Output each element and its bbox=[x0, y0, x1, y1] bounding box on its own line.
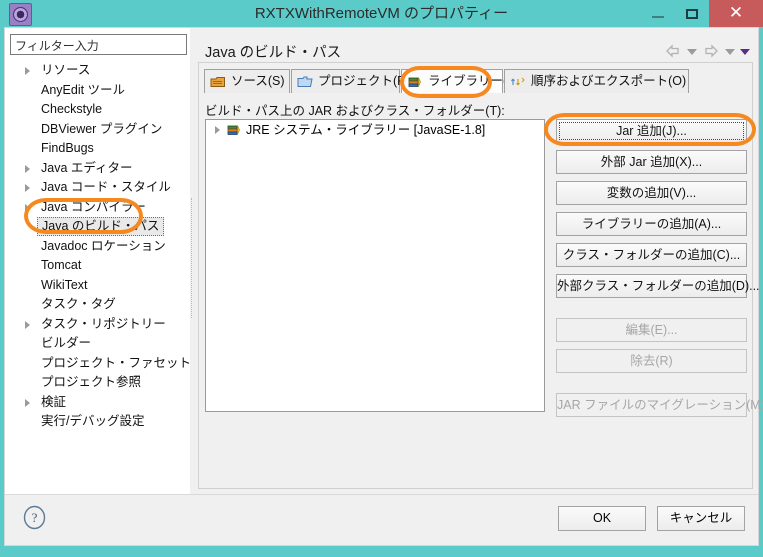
sidebar-item-java-editor[interactable]: Java エディター bbox=[5, 159, 190, 179]
tab-projects[interactable]: プロジェクト(P) bbox=[291, 69, 410, 93]
sidebar-item-label: Java コード・スタイル bbox=[41, 180, 171, 194]
chevron-right-icon[interactable] bbox=[25, 398, 30, 407]
tab-order-and-export[interactable]: 順序およびエクスポート(O) bbox=[504, 69, 689, 93]
migrate-jar-file-button[interactable]: JAR ファイルのマイグレーション(M)... bbox=[556, 393, 763, 417]
filter-input[interactable]: フィルター入力 bbox=[10, 34, 187, 55]
help-question-icon[interactable]: ? bbox=[22, 505, 47, 530]
list-item[interactable]: JRE システム・ライブラリー [JavaSE-1.8] bbox=[206, 120, 544, 140]
chevron-right-icon[interactable] bbox=[215, 126, 220, 134]
filter-input-text: フィルター入力 bbox=[15, 39, 99, 53]
add-external-class-folder-button[interactable]: 外部クラス・フォルダーの追加(D)... bbox=[556, 274, 760, 298]
sidebar-item-project-references[interactable]: プロジェクト参照 bbox=[5, 373, 190, 393]
dialog-content: フィルター入力 リソース AnyEdit ツール Checkstyle DBVi… bbox=[4, 27, 763, 546]
back-history-chevron-down-icon[interactable] bbox=[687, 49, 697, 55]
pane-nav-controls bbox=[659, 42, 750, 62]
sidebar-item-wikitext[interactable]: WikiText bbox=[5, 276, 190, 296]
add-external-jar-button[interactable]: 外部 Jar 追加(X)... bbox=[556, 150, 747, 174]
properties-dialog-window: RXTXWithRemoteVM のプロパティー ✕ フィルター入力 リソース … bbox=[0, 0, 763, 557]
add-variable-button[interactable]: 変数の追加(V)... bbox=[556, 181, 747, 205]
sidebar-item-label: DBViewer プラグイン bbox=[41, 121, 163, 136]
tab-label: ソース(S) bbox=[231, 74, 285, 88]
sidebar-item-label: AnyEdit ツール bbox=[41, 82, 126, 97]
sidebar-item-anyedit[interactable]: AnyEdit ツール bbox=[5, 81, 190, 101]
blue-folder-icon bbox=[297, 74, 313, 90]
sidebar: フィルター入力 リソース AnyEdit ツール Checkstyle DBVi… bbox=[5, 28, 192, 494]
build-path-list[interactable]: JRE システム・ライブラリー [JavaSE-1.8] bbox=[205, 119, 545, 412]
sidebar-item-label: タスク・リポジトリー bbox=[41, 316, 166, 331]
sidebar-item-label: タスク・タグ bbox=[41, 297, 116, 311]
sidebar-item-label: Java のビルド・パス bbox=[37, 217, 165, 236]
remove-button[interactable]: 除去(R) bbox=[556, 349, 747, 373]
tab-label: 順序およびエクスポート(O) bbox=[531, 74, 687, 88]
chevron-right-icon[interactable] bbox=[25, 164, 30, 173]
add-class-folder-button[interactable]: クラス・フォルダーの追加(C)... bbox=[556, 243, 747, 267]
sidebar-item-task-tags[interactable]: タスク・タグ bbox=[5, 295, 190, 315]
chevron-right-icon[interactable] bbox=[25, 184, 30, 192]
svg-text:?: ? bbox=[32, 510, 38, 525]
sidebar-item-java-build-path[interactable]: Java のビルド・パス bbox=[5, 217, 190, 237]
edit-button[interactable]: 編集(E)... bbox=[556, 318, 747, 342]
books-icon bbox=[226, 122, 242, 138]
chevron-right-icon[interactable] bbox=[25, 203, 30, 212]
sidebar-item-java-code-style[interactable]: Java コード・スタイル bbox=[5, 178, 190, 198]
sidebar-item-tomcat[interactable]: Tomcat bbox=[5, 256, 190, 276]
sidebar-item-task-repository[interactable]: タスク・リポジトリー bbox=[5, 315, 190, 335]
sidebar-item-project-facets[interactable]: プロジェクト・ファセット bbox=[5, 354, 192, 374]
sidebar-item-dbviewer[interactable]: DBViewer プラグイン bbox=[5, 120, 190, 140]
sidebar-item-label: 検証 bbox=[41, 394, 67, 409]
forward-history-chevron-down-icon[interactable] bbox=[725, 49, 735, 55]
tab-source[interactable]: ソース(S) bbox=[204, 69, 290, 93]
sidebar-item-label: ビルダー bbox=[41, 336, 92, 350]
sidebar-item-label: 実行/デバッグ設定 bbox=[41, 414, 145, 428]
sidebar-item-javadoc-location[interactable]: Javadoc ロケーション bbox=[5, 237, 190, 257]
tab-label: プロジェクト(P) bbox=[318, 74, 410, 88]
cancel-button[interactable]: キャンセル bbox=[657, 506, 745, 531]
page-title: Java のビルド・パス bbox=[205, 45, 342, 61]
title-bar: RXTXWithRemoteVM のプロパティー ✕ bbox=[0, 0, 763, 27]
sidebar-item-java-compiler[interactable]: Java コンパイラー bbox=[5, 198, 190, 218]
sidebar-item-label: FindBugs bbox=[41, 141, 94, 155]
maximize-button[interactable] bbox=[675, 0, 709, 27]
sidebar-item-label: プロジェクト・ファセット bbox=[41, 355, 192, 370]
list-item-label: JRE システム・ライブラリー [JavaSE-1.8] bbox=[246, 123, 486, 137]
books-icon bbox=[407, 74, 423, 90]
chevron-right-icon[interactable] bbox=[25, 320, 30, 329]
sidebar-item-builders[interactable]: ビルダー bbox=[5, 334, 190, 354]
settings-tree: リソース AnyEdit ツール Checkstyle DBViewer プラグ… bbox=[5, 61, 192, 491]
sidebar-item-resource[interactable]: リソース bbox=[5, 61, 190, 81]
sidebar-item-label: Checkstyle bbox=[41, 102, 103, 116]
ok-button[interactable]: OK bbox=[558, 506, 646, 531]
chevron-right-icon[interactable] bbox=[25, 67, 30, 75]
pane-menu-chevron-down-icon[interactable] bbox=[740, 49, 750, 55]
list-label: ビルド・パス上の JAR およびクラス・フォルダー(T): bbox=[205, 104, 505, 118]
package-folder-icon bbox=[210, 74, 226, 90]
sidebar-item-label: Tomcat bbox=[41, 258, 82, 272]
sidebar-item-checkstyle[interactable]: Checkstyle bbox=[5, 100, 190, 120]
sidebar-item-findbugs[interactable]: FindBugs bbox=[5, 139, 190, 159]
sidebar-item-label: Java エディター bbox=[41, 160, 133, 175]
dialog-footer: ? OK キャンセル bbox=[5, 494, 758, 545]
minimize-button[interactable] bbox=[641, 0, 675, 27]
sidebar-item-label: Java コンパイラー bbox=[41, 199, 146, 214]
main-pane: Java のビルド・パス ソース(S) プロジェクト(P) ライブラリー(L) … bbox=[194, 28, 763, 494]
sidebar-item-run-debug-settings[interactable]: 実行/デバッグ設定 bbox=[5, 412, 190, 432]
sidebar-item-label: プロジェクト参照 bbox=[41, 375, 142, 389]
close-button[interactable]: ✕ bbox=[709, 0, 763, 27]
sidebar-item-label: WikiText bbox=[41, 277, 88, 292]
sidebar-item-validation[interactable]: 検証 bbox=[5, 393, 190, 413]
tab-libraries[interactable]: ライブラリー(L) bbox=[401, 69, 518, 93]
forward-arrow-icon[interactable] bbox=[702, 42, 720, 63]
close-icon: ✕ bbox=[728, 3, 744, 22]
sidebar-item-label: Javadoc ロケーション bbox=[41, 238, 166, 253]
build-path-tabs: ソース(S) プロジェクト(P) ライブラリー(L) 順序およびエクスポート(O… bbox=[204, 69, 747, 93]
order-export-icon bbox=[510, 74, 526, 90]
add-library-button[interactable]: ライブラリーの追加(A)... bbox=[556, 212, 747, 236]
build-path-actions: Jar 追加(J)... 外部 Jar 追加(X)... 変数の追加(V)...… bbox=[556, 119, 763, 424]
back-arrow-icon[interactable] bbox=[664, 42, 682, 63]
add-jar-button[interactable]: Jar 追加(J)... bbox=[556, 119, 747, 143]
sidebar-item-label: リソース bbox=[41, 63, 91, 77]
